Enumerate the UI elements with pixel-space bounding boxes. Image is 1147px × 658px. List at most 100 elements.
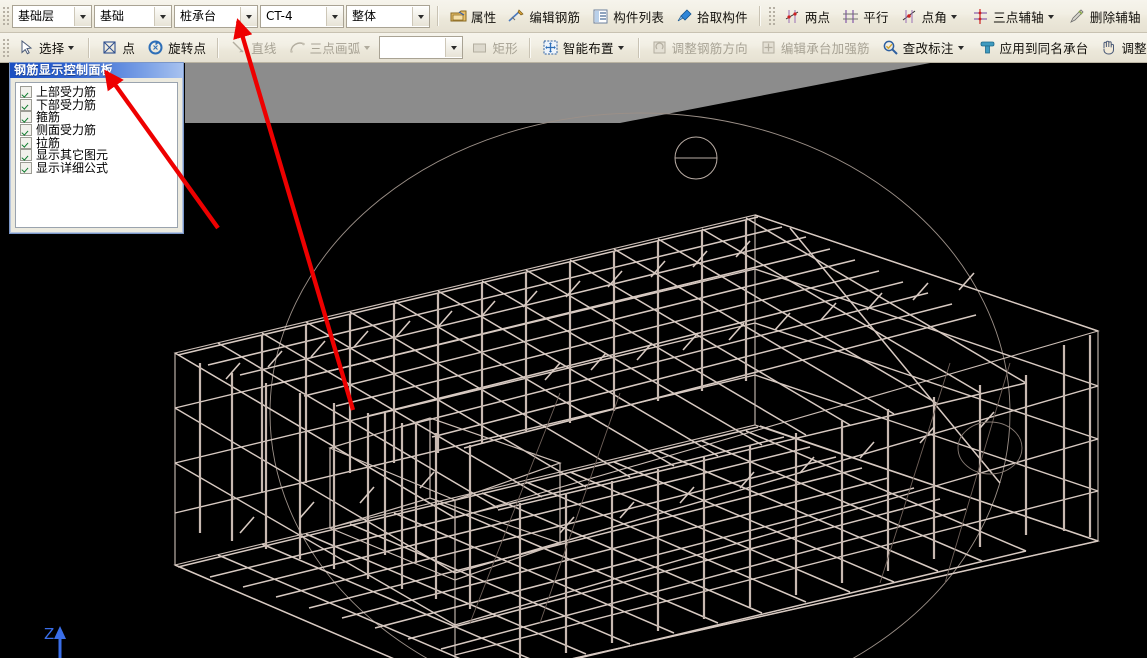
chevron-down-icon[interactable] <box>616 39 627 56</box>
toolbar-separator <box>638 38 640 58</box>
edit-rebar-icon <box>508 8 525 25</box>
button-modify-annotation[interactable]: 查改标注 <box>876 35 973 61</box>
chevron-down-icon[interactable] <box>412 7 429 26</box>
toolbar-row-primary: 基础层 基础 桩承台 CT-4 整体 <box>0 0 1147 33</box>
eraser-icon <box>1069 8 1086 25</box>
button-point[interactable]: 点 <box>95 35 141 61</box>
axis-label-z: Z <box>44 625 54 643</box>
chevron-down-icon[interactable] <box>66 39 77 56</box>
button-three-point-arc[interactable]: 三点画弧 <box>283 35 380 61</box>
combo-display-mode[interactable]: 整体 <box>346 5 430 28</box>
point-angle-icon <box>901 8 918 25</box>
rebar-display-control-panel[interactable]: 钢筋显示控制面板 上部受力筋 下部受力筋 箍筋 侧面受力筋 拉筋 <box>9 62 184 234</box>
button-pick-component-label: 拾取构件 <box>697 7 748 26</box>
button-parallel-axis-label: 平行 <box>863 7 888 26</box>
two-point-icon <box>784 8 801 25</box>
checkbox-show-detailed-formula[interactable] <box>20 162 32 174</box>
button-adjust-rebar-direction[interactable]: 调整钢筋方向 <box>645 35 754 61</box>
checkbox-side-main-rebar-label: 侧面受力筋 <box>36 124 96 136</box>
button-edit-rebar-label: 编辑钢筋 <box>529 7 580 26</box>
button-edit-rebar[interactable]: 编辑钢筋 <box>502 3 586 29</box>
combo-floor-level-value: 基础层 <box>13 7 74 26</box>
checkbox-tie-rebar[interactable] <box>20 137 32 149</box>
checkbox-side-main-rebar[interactable] <box>20 124 32 136</box>
button-select-label: 选择 <box>39 38 64 57</box>
toolbar-row-secondary: 选择 点 旋转点 <box>0 33 1147 63</box>
toolbar-grip[interactable] <box>768 6 775 26</box>
checkbox-row-side-main-rebar[interactable]: 侧面受力筋 <box>20 124 177 137</box>
line-icon <box>230 39 247 56</box>
combo-structure-type[interactable]: 基础 <box>94 5 172 28</box>
button-pick-component[interactable]: 拾取构件 <box>670 3 754 29</box>
checkbox-row-show-other-elements[interactable]: 显示其它图元 <box>20 149 177 162</box>
adjust-rebar-icon <box>651 39 668 56</box>
chevron-down-icon[interactable] <box>956 39 967 56</box>
checkbox-show-detailed-formula-label: 显示详细公式 <box>36 162 108 174</box>
button-delete-aux-axis[interactable]: 删除辅轴 <box>1063 3 1147 29</box>
checkbox-stirrup-label: 箍筋 <box>36 111 60 123</box>
chevron-down-icon[interactable] <box>326 7 343 26</box>
chevron-down-icon[interactable] <box>74 7 91 26</box>
checkbox-top-main-rebar-label: 上部受力筋 <box>36 86 96 98</box>
combo-floor-level[interactable]: 基础层 <box>12 5 92 28</box>
chevron-down-icon[interactable] <box>362 39 373 56</box>
combo-display-mode-value: 整体 <box>347 7 412 26</box>
button-smart-layout-label: 智能布置 <box>563 38 614 57</box>
button-component-list[interactable]: 构件列表 <box>586 3 670 29</box>
button-apply-same-name-cap[interactable]: 应用到同名承台 <box>973 35 1095 61</box>
magnifier-icon <box>882 39 899 56</box>
checkbox-row-show-detailed-formula[interactable]: 显示详细公式 <box>20 162 177 175</box>
combo-arc-options[interactable] <box>379 36 463 59</box>
checkbox-stirrup[interactable] <box>20 111 32 123</box>
button-select[interactable]: 选择 <box>12 35 83 61</box>
chevron-down-icon[interactable] <box>1046 8 1057 25</box>
button-three-point-arc-label: 三点画弧 <box>310 38 361 57</box>
button-properties[interactable]: 属性 <box>444 3 502 29</box>
combo-component-type[interactable]: 桩承台 <box>174 5 258 28</box>
button-edit-cap-reinforce[interactable]: 编辑承台加强筋 <box>754 35 876 61</box>
chevron-down-icon[interactable] <box>949 8 960 25</box>
component-list-icon <box>592 8 609 25</box>
button-line-label: 直线 <box>251 38 276 57</box>
checkbox-row-top-main-rebar[interactable]: 上部受力筋 <box>20 86 177 99</box>
gray-wedge-background-2 <box>185 63 930 123</box>
toolbar-separator <box>759 6 761 26</box>
checkbox-row-stirrup[interactable]: 箍筋 <box>20 111 177 124</box>
hand-icon <box>1100 39 1117 56</box>
arc-icon <box>289 39 306 56</box>
toolbar-grip[interactable] <box>2 6 9 26</box>
button-parallel-axis[interactable]: 平行 <box>836 3 894 29</box>
checkbox-show-other-elements[interactable] <box>20 149 32 161</box>
chevron-down-icon[interactable] <box>154 7 171 26</box>
parallel-icon <box>842 8 859 25</box>
chevron-down-icon[interactable] <box>240 7 257 26</box>
button-point-angle-axis[interactable]: 点角 <box>895 3 966 29</box>
button-smart-layout[interactable]: 智能布置 <box>536 35 633 61</box>
combo-component-name[interactable]: CT-4 <box>260 5 344 28</box>
button-rectangle[interactable]: 矩形 <box>465 35 523 61</box>
cursor-icon <box>18 39 35 56</box>
smart-layout-icon <box>542 39 559 56</box>
construction-circle <box>270 113 1010 658</box>
bottom-longitudinal-bars <box>178 427 1098 658</box>
toolbar-separator <box>437 6 439 26</box>
button-three-point-axis[interactable]: 三点辅轴 <box>966 3 1063 29</box>
rotate-point-icon <box>147 39 164 56</box>
button-rotate-point-label: 旋转点 <box>168 38 206 57</box>
button-rotate-point[interactable]: 旋转点 <box>141 35 212 61</box>
button-three-point-axis-label: 三点辅轴 <box>993 7 1044 26</box>
rectangle-icon <box>471 39 488 56</box>
button-adjust-cap-slope[interactable]: 调整承台放坡 <box>1094 35 1147 61</box>
combo-component-type-value: 桩承台 <box>175 7 240 26</box>
button-point-label: 点 <box>122 38 135 57</box>
toolbar-grip[interactable] <box>2 38 9 58</box>
button-two-point-axis[interactable]: 两点 <box>778 3 836 29</box>
chevron-down-icon[interactable] <box>445 38 462 57</box>
eyedropper-icon <box>676 8 693 25</box>
checkbox-bottom-main-rebar[interactable] <box>20 99 32 111</box>
button-line[interactable]: 直线 <box>224 35 282 61</box>
checkbox-top-main-rebar[interactable] <box>20 86 32 98</box>
button-component-list-label: 构件列表 <box>613 7 664 26</box>
properties-icon <box>450 8 467 25</box>
checkbox-tie-rebar-label: 拉筋 <box>36 137 60 149</box>
